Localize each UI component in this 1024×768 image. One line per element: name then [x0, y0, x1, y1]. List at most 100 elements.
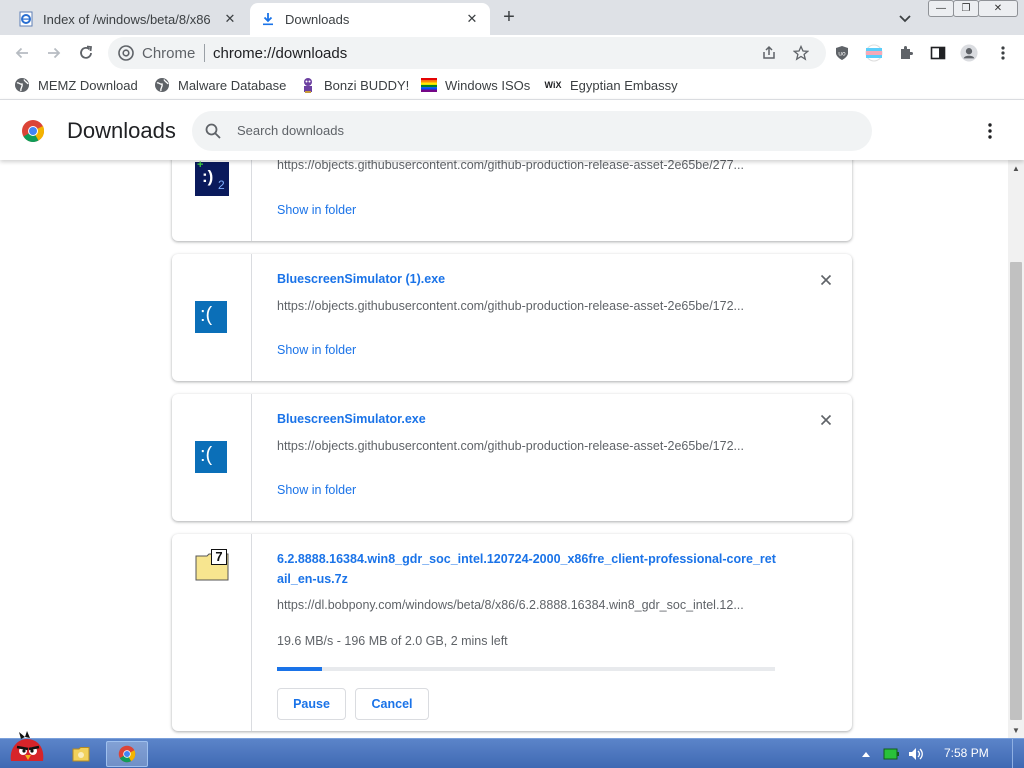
download-item: :( BluescreenSimulator (1).exe https://o…	[172, 254, 852, 381]
pause-button[interactable]: Pause	[277, 688, 346, 720]
more-menu-icon[interactable]	[994, 44, 1012, 62]
arrow-right-icon	[48, 47, 61, 59]
search-placeholder: Search downloads	[237, 123, 344, 138]
tab-title: Downloads	[285, 11, 350, 27]
file-url[interactable]: https://objects.githubusercontent.com/gi…	[277, 299, 775, 313]
remove-download-button[interactable]	[816, 410, 836, 430]
volume-icon[interactable]	[906, 741, 926, 767]
globe-icon	[154, 77, 170, 93]
scroll-up-arrow[interactable]: ▲	[1008, 160, 1024, 176]
icon-number: 7	[211, 549, 227, 565]
file-url[interactable]: https://dl.bobpony.com/windows/beta/8/x8…	[277, 598, 775, 612]
tray-expand-icon[interactable]	[858, 741, 874, 767]
file-name-link[interactable]: 6.2.8888.16384.win8_gdr_soc_intel.120724…	[277, 549, 777, 589]
close-icon[interactable]: ✕	[220, 9, 240, 29]
close-icon	[820, 274, 832, 286]
show-in-folder-link[interactable]: Show in folder	[277, 343, 356, 357]
cancel-button[interactable]: Cancel	[355, 688, 429, 720]
page-title: Downloads	[67, 118, 176, 143]
scroll-down-arrow[interactable]: ▼	[1008, 722, 1024, 738]
bookmark-memz-download[interactable]: MEMZ Download	[14, 77, 138, 93]
side-panel-icon[interactable]	[929, 44, 947, 62]
progress-fill	[277, 667, 322, 671]
show-in-folder-link[interactable]: Show in folder	[277, 203, 356, 217]
file-name-link[interactable]: BluescreenSimulator.exe	[277, 409, 777, 429]
toolbar: Chrome chrome://downloads uo	[0, 35, 1024, 71]
ublock-icon[interactable]: uo	[833, 44, 851, 62]
address-bar[interactable]: Chrome chrome://downloads	[108, 37, 826, 69]
globe-icon	[14, 77, 30, 93]
file-url[interactable]: https://objects.githubusercontent.com/gi…	[277, 160, 775, 172]
icon-sub: 2	[218, 178, 225, 192]
bookmark-label: Egyptian Embassy	[570, 77, 678, 93]
search-downloads-input[interactable]: Search downloads	[192, 111, 872, 151]
bluescreen-app-icon: :(	[195, 301, 227, 333]
download-progress-bar	[277, 667, 775, 671]
divider	[204, 44, 205, 62]
icon-face: :(	[200, 444, 213, 466]
share-icon[interactable]	[760, 44, 778, 62]
start-button[interactable]	[2, 731, 50, 767]
close-icon[interactable]: ✕	[462, 9, 482, 29]
tab-index-of-windows[interactable]: Index of /windows/beta/8/x86 ✕	[8, 3, 248, 35]
bookmark-label: Bonzi BUDDY!	[324, 77, 410, 93]
tab-strip: Index of /windows/beta/8/x86 ✕ Downloads…	[0, 0, 1024, 35]
forward-button[interactable]	[42, 41, 66, 65]
folder-icon	[72, 747, 90, 762]
tab-downloads[interactable]: Downloads ✕	[250, 3, 490, 35]
rainbow-flag-icon	[421, 77, 437, 93]
search-icon	[205, 123, 221, 139]
chevron-down-icon[interactable]	[896, 9, 914, 27]
taskbar-clock[interactable]: 7:58 PM	[944, 746, 989, 760]
bookmark-egyptian-embassy[interactable]: WiX Egyptian Embassy	[544, 77, 678, 93]
svg-text:uo: uo	[838, 51, 846, 58]
file-url[interactable]: https://objects.githubusercontent.com/gi…	[277, 439, 775, 453]
bookmark-malware-database[interactable]: Malware Database	[154, 77, 286, 93]
bookmark-label: MEMZ Download	[38, 77, 138, 93]
download-item: + :) 2 https://objects.githubusercontent…	[172, 160, 852, 241]
chrome-icon	[118, 745, 136, 763]
file-name-link[interactable]: BluescreenSimulator (1).exe	[277, 269, 777, 289]
back-button[interactable]	[10, 41, 34, 65]
scrollbar[interactable]: ▲ ▼	[1008, 160, 1024, 738]
reload-button[interactable]	[74, 41, 98, 65]
close-icon: ✕	[993, 3, 1003, 14]
new-tab-button[interactable]: +	[498, 7, 520, 29]
smiley-app-icon: + :) 2	[195, 160, 229, 196]
bookmark-label: Malware Database	[178, 77, 287, 93]
explorer-taskbar-icon[interactable]	[68, 741, 94, 767]
flag-extension-icon[interactable]	[865, 44, 883, 62]
wix-icon: WiX	[544, 80, 562, 90]
show-in-folder-link[interactable]: Show in folder	[277, 483, 356, 497]
close-window-button[interactable]: ✕	[978, 0, 1018, 17]
url-text[interactable]: chrome://downloads	[213, 45, 347, 62]
bookmark-bonzi-buddy[interactable]: Bonzi BUDDY!	[300, 77, 409, 93]
star-icon[interactable]	[792, 44, 810, 62]
bookmark-label: Windows ISOs	[445, 77, 531, 93]
show-desktop-button[interactable]	[1012, 739, 1022, 768]
profile-avatar[interactable]	[960, 44, 978, 62]
7zip-archive-icon: 7	[195, 549, 229, 583]
close-icon	[820, 414, 832, 426]
bookmark-windows-isos[interactable]: Windows ISOs	[421, 77, 530, 93]
minimize-button[interactable]: —	[928, 0, 954, 17]
more-actions-icon[interactable]	[982, 122, 998, 140]
puzzle-icon[interactable]	[897, 44, 915, 62]
scrollbar-thumb[interactable]	[1010, 262, 1022, 720]
chrome-logo-icon	[22, 120, 45, 142]
taskbar: 7:58 PM	[0, 731, 1024, 768]
battery-icon[interactable]	[882, 741, 900, 767]
downloads-header: Downloads Search downloads	[0, 99, 1024, 160]
chrome-taskbar-item[interactable]	[106, 741, 148, 767]
remove-download-button[interactable]	[816, 270, 836, 290]
icon-face: :)	[202, 167, 214, 186]
download-item: :( BluescreenSimulator.exe https://objec…	[172, 394, 852, 521]
downloads-list: + :) 2 https://objects.githubusercontent…	[0, 160, 1008, 738]
bluescreen-app-icon: :(	[195, 441, 227, 473]
download-status: 19.6 MB/s - 196 MB of 2.0 GB, 2 mins lef…	[277, 634, 508, 648]
maximize-button[interactable]: ❐	[953, 0, 979, 17]
icon-face: :(	[200, 304, 213, 326]
angry-bird-icon	[10, 731, 44, 761]
minimize-icon: —	[936, 3, 946, 14]
reload-icon	[80, 45, 93, 59]
